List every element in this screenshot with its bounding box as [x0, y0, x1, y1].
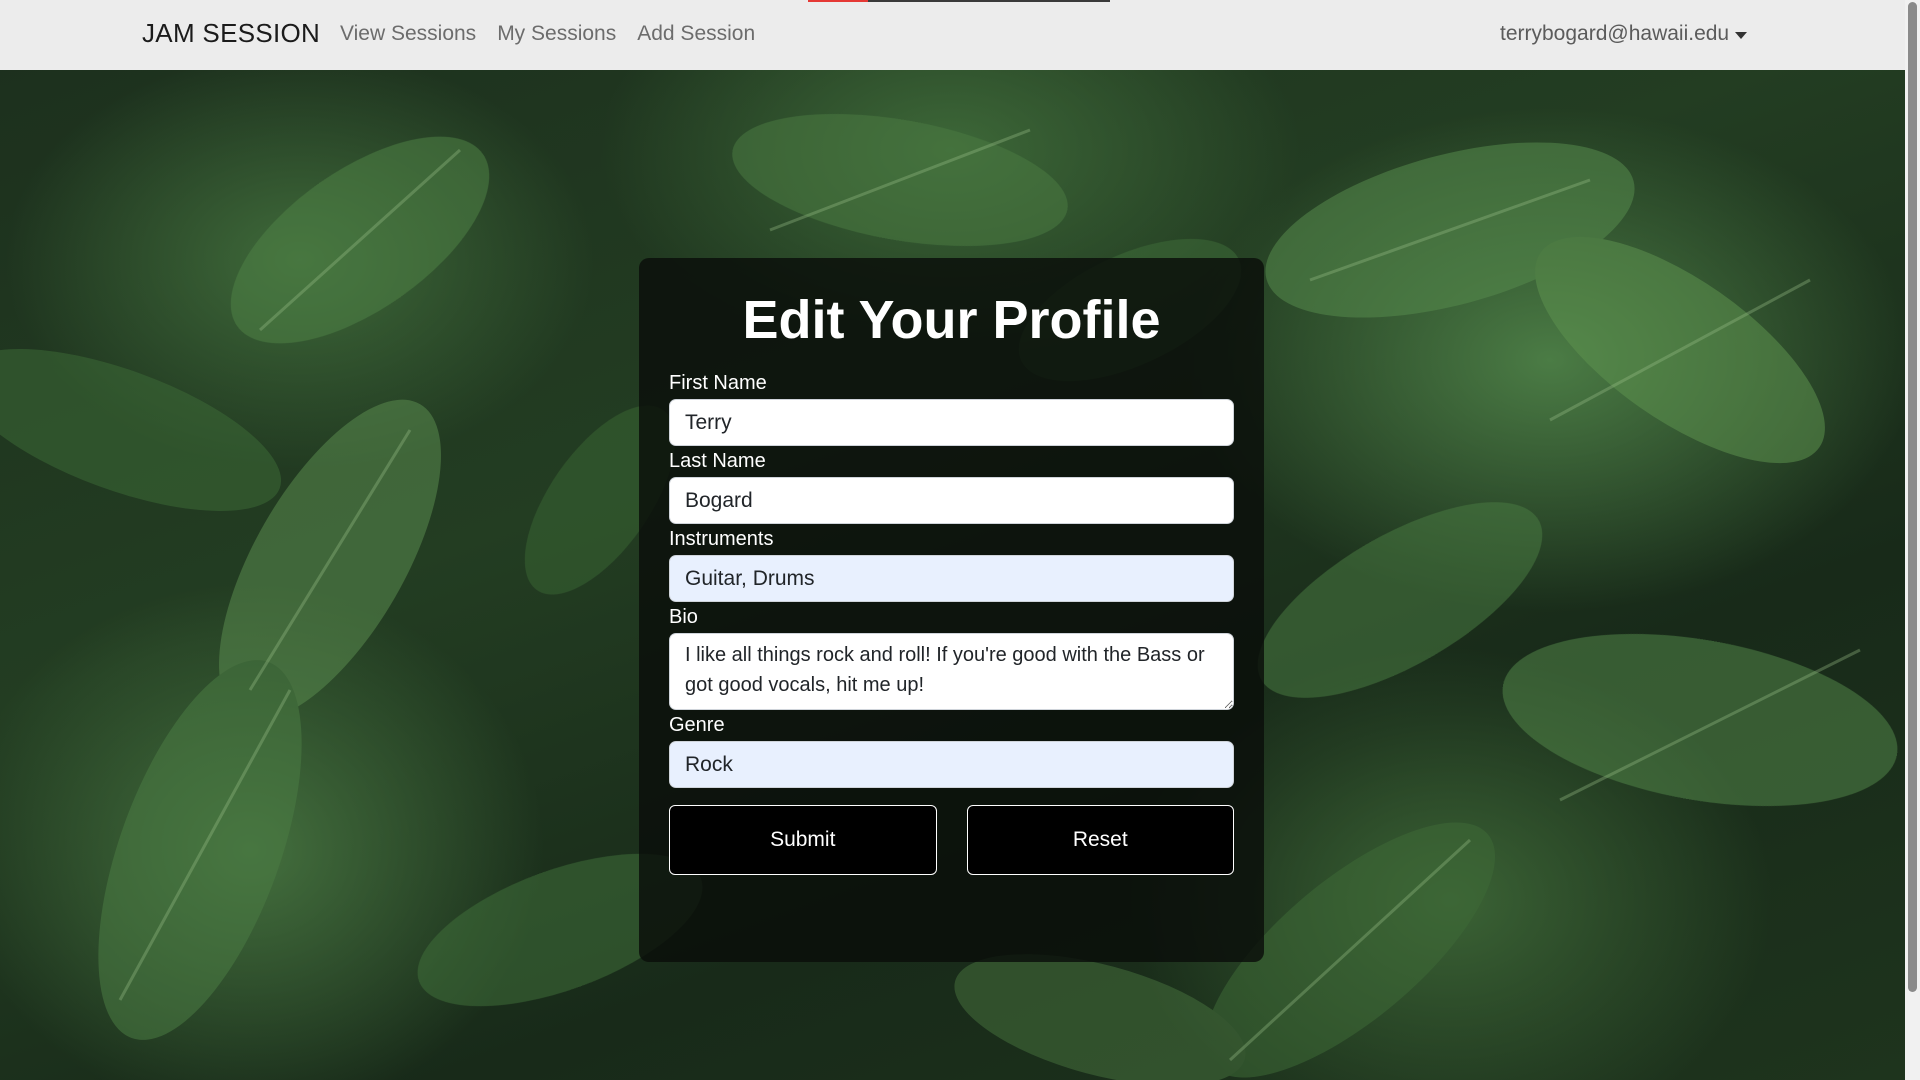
- scrollbar-thumb[interactable]: [1908, 2, 1917, 992]
- page-title: Edit Your Profile: [742, 290, 1161, 350]
- nav-link-add-session[interactable]: Add Session: [637, 22, 755, 46]
- bio-textarea[interactable]: I like all things rock and roll! If you'…: [669, 633, 1234, 710]
- first-name-label: First Name: [669, 372, 767, 394]
- instruments-input[interactable]: [669, 555, 1234, 602]
- last-name-label: Last Name: [669, 450, 766, 472]
- page-load-progress-bar: [808, 0, 1110, 2]
- user-dropdown-toggle[interactable]: terrybogard@hawaii.edu: [1500, 22, 1748, 46]
- page-load-progress-fill: [808, 0, 869, 2]
- instruments-label: Instruments: [669, 528, 774, 550]
- brand-logo-link[interactable]: JAM SESSION: [142, 18, 320, 49]
- genre-input[interactable]: [669, 741, 1234, 788]
- reset-button[interactable]: Reset: [966, 805, 1234, 875]
- last-name-input[interactable]: [669, 477, 1234, 524]
- submit-button[interactable]: Submit: [669, 805, 937, 875]
- caret-down-icon: [1735, 31, 1748, 39]
- top-navbar: JAM SESSION View Sessions My Sessions Ad…: [0, 0, 1905, 70]
- page-scrollbar[interactable]: [1905, 0, 1920, 1080]
- form-button-row: Submit Reset: [669, 805, 1234, 875]
- nav-links: View Sessions My Sessions Add Session: [340, 22, 755, 46]
- genre-label: Genre: [669, 714, 725, 736]
- bio-label: Bio: [669, 606, 698, 628]
- nav-link-view-sessions[interactable]: View Sessions: [340, 22, 476, 46]
- edit-profile-card: Edit Your Profile First Name Last Name I…: [639, 258, 1264, 962]
- user-email: terrybogard@hawaii.edu: [1500, 22, 1730, 45]
- nav-link-my-sessions[interactable]: My Sessions: [497, 22, 616, 46]
- first-name-input[interactable]: [669, 399, 1234, 446]
